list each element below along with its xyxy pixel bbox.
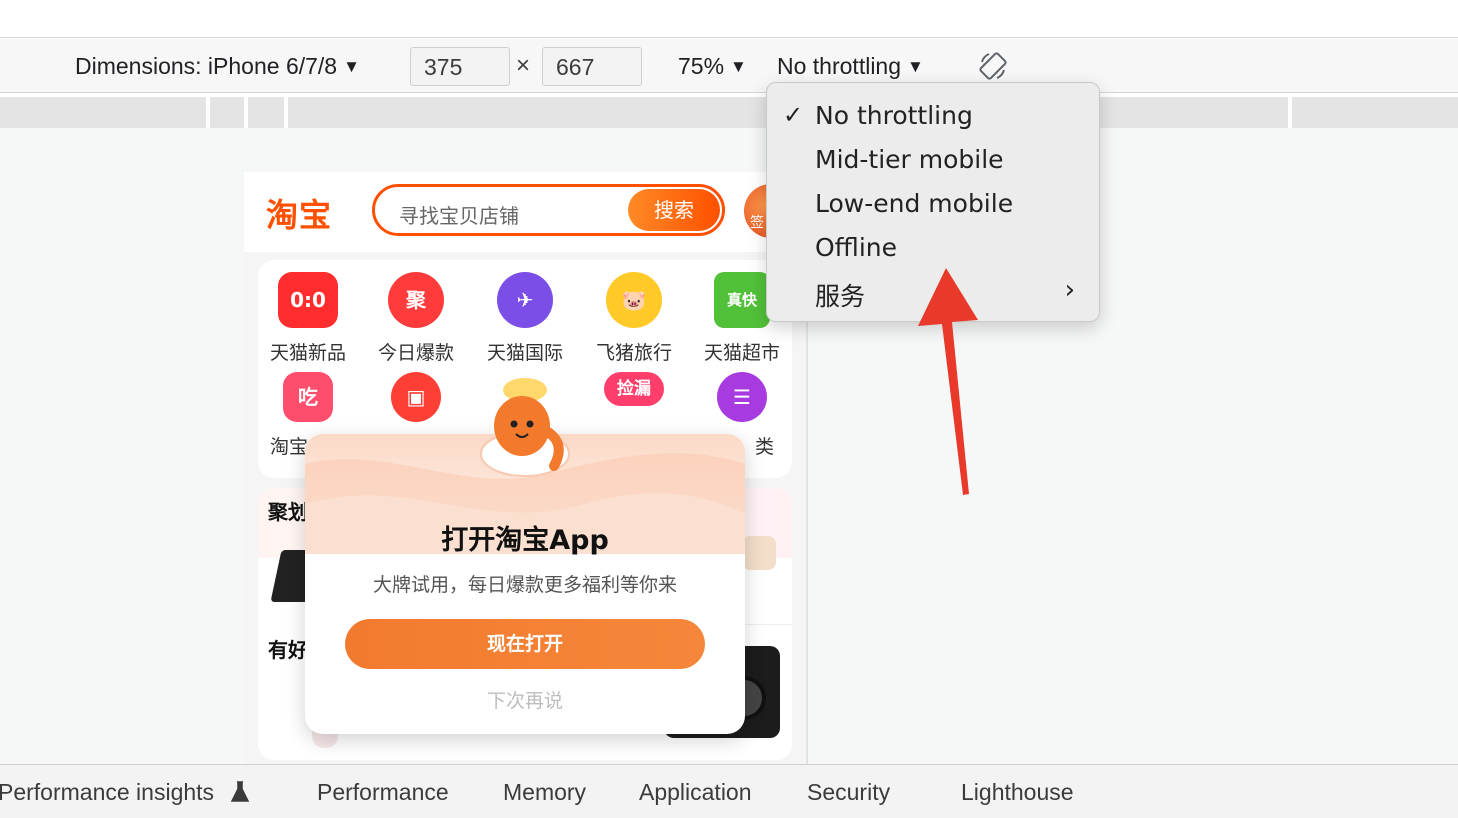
top-blank-area: [0, 0, 1458, 38]
tmall-supermarket-icon: 真快: [714, 272, 770, 328]
popup-title: 打开淘宝App: [441, 525, 609, 556]
promo-title-juhuasuan[interactable]: 聚划: [268, 496, 308, 525]
annotation-arrow-icon: [918, 268, 978, 495]
category-label: 今日爆款: [377, 342, 454, 364]
search-button[interactable]: 搜索: [628, 189, 720, 231]
search-bar[interactable]: 寻找宝贝店铺 搜索: [372, 184, 725, 236]
chevron-down-icon: ▼: [907, 57, 924, 76]
times-icon: ×: [516, 52, 531, 79]
dimensions-dropdown[interactable]: Dimensions: iPhone 6/7/8 ▼: [75, 53, 360, 80]
taobao-logo[interactable]: 淘宝: [266, 190, 332, 236]
ruler-tick: [244, 97, 248, 128]
chevron-right-icon: ›: [1064, 275, 1075, 305]
ruler-tick: [284, 97, 288, 128]
category-item[interactable]: 🐷 飞猪旅行: [584, 272, 684, 365]
search-input[interactable]: 寻找宝贝店铺: [399, 200, 519, 229]
category-label: 天猫新品: [269, 342, 346, 364]
menu-item-label: 服务: [815, 282, 866, 311]
menu-item-low-end-mobile[interactable]: Low-end mobile: [767, 183, 1101, 227]
tab-performance-insights[interactable]: Performance insights: [0, 779, 250, 806]
tab-security[interactable]: Security: [807, 779, 890, 806]
tab-label: Performance insights: [0, 779, 215, 805]
juhuasuan-icon: 聚: [388, 272, 444, 328]
taobao-mascot-icon: [480, 378, 570, 477]
media-query-ruler[interactable]: [0, 97, 1458, 128]
tmall-global-icon: ✈: [497, 272, 553, 328]
open-now-button[interactable]: 现在打开: [345, 619, 705, 669]
device-toolbar: Dimensions: iPhone 6/7/8 ▼ 375 × 667 75% ▼…: [0, 39, 1458, 93]
promo-title-youhao[interactable]: 有好: [268, 634, 308, 663]
category-label: 飞猪旅行: [595, 342, 672, 364]
throttling-dropdown[interactable]: No throttling ▼: [777, 53, 924, 80]
height-input[interactable]: 667: [542, 47, 642, 86]
rotate-icon[interactable]: [977, 50, 1009, 82]
taobao-header: 淘宝 寻找宝贝店铺 搜索 签: [244, 172, 806, 252]
flask-icon: [230, 781, 250, 802]
tab-application[interactable]: Application: [639, 779, 752, 806]
menu-item-mid-tier-mobile[interactable]: Mid-tier mobile: [767, 139, 1101, 183]
category-item[interactable]: ✈ 天猫国际: [475, 272, 575, 365]
throttling-label: No throttling: [777, 53, 902, 79]
tab-memory[interactable]: Memory: [503, 779, 586, 806]
width-input[interactable]: 375: [410, 47, 510, 86]
menu-icon: ☰: [717, 372, 767, 422]
tab-lighthouse[interactable]: Lighthouse: [961, 779, 1074, 806]
dimensions-label: Dimensions: iPhone 6/7/8: [75, 53, 338, 79]
chevron-down-icon: ▼: [343, 57, 360, 76]
taobao-eat-icon: 吃: [283, 372, 333, 422]
ruler-tick: [1288, 97, 1292, 128]
menu-item-label: Offline: [815, 233, 898, 262]
checkmark-icon: ✓: [783, 101, 804, 129]
category-item[interactable]: 0:0 天猫新品: [258, 272, 358, 365]
zoom-label: 75%: [678, 53, 725, 79]
bargain-icon: 捡漏: [604, 372, 664, 406]
category-label: 天猫国际: [486, 342, 563, 364]
zoom-dropdown[interactable]: 75% ▼: [678, 53, 747, 80]
red-packet-icon: ▣: [391, 372, 441, 422]
fliggy-icon: 🐷: [606, 272, 662, 328]
sign-badge-label: 签: [750, 215, 764, 231]
category-label: 天猫超市: [703, 342, 780, 364]
category-item[interactable]: 捡漏: [584, 372, 684, 406]
tab-performance[interactable]: Performance: [317, 779, 449, 806]
popup-subtitle: 大牌试用，每日爆款更多福利等你来: [372, 574, 677, 596]
menu-item-no-throttling[interactable]: ✓ No throttling: [767, 95, 1101, 139]
menu-item-label: Mid-tier mobile: [815, 145, 1004, 174]
category-item[interactable]: ▣: [366, 372, 466, 422]
menu-item-label: No throttling: [815, 101, 973, 130]
category-item[interactable]: 聚 今日爆款: [366, 272, 466, 365]
chevron-down-icon: ▼: [730, 57, 747, 76]
tmall-new-icon: 0:0: [278, 272, 338, 328]
devtools-panel-tabs: Performance insights Performance Memory …: [0, 764, 1458, 818]
ruler-tick: [206, 97, 210, 128]
menu-item-label: Low-end mobile: [815, 189, 1014, 218]
product-thumb[interactable]: [742, 536, 776, 570]
maybe-later-link[interactable]: 下次再说: [305, 686, 745, 713]
